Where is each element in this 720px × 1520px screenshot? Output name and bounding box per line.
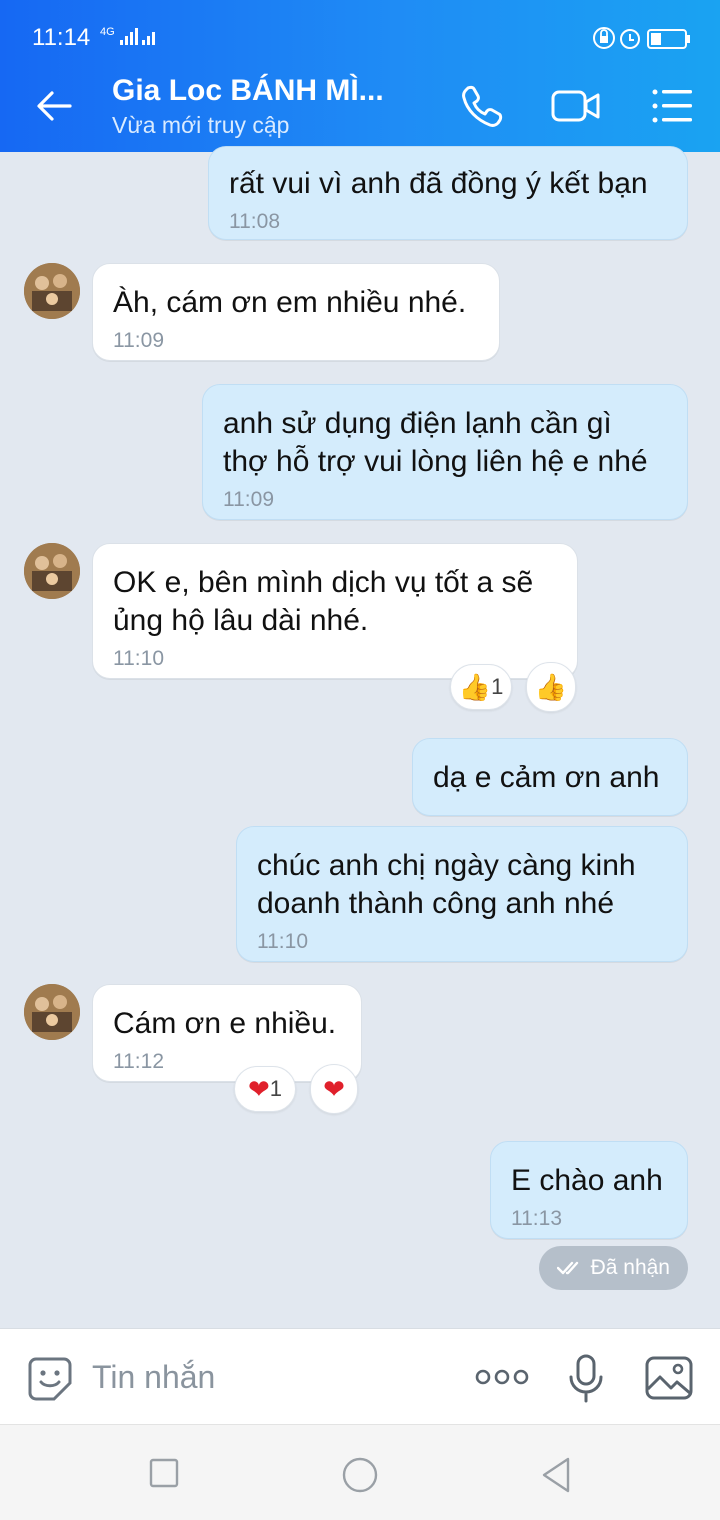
back-nav-icon[interactable] [538, 1455, 574, 1495]
message-line: doanh thành công anh nhé [257, 887, 614, 920]
back-arrow-icon[interactable] [32, 84, 76, 128]
heart-icon: ❤ [247, 1074, 270, 1104]
video-call-icon[interactable] [550, 82, 602, 130]
home-icon[interactable] [340, 1455, 380, 1495]
reaction-count: 1 [269, 1076, 283, 1101]
message-sent[interactable]: dạ e cảm ơn anh [412, 738, 688, 816]
thumbs-up-icon: 👍 [534, 672, 568, 702]
reaction-summary[interactable]: 👍 1 [450, 664, 512, 710]
message-time: 11:13 [511, 1207, 562, 1230]
app-bar: Gia Loc BÁNH MÌ... Vừa mới truy cập [0, 58, 720, 150]
microphone-icon[interactable] [566, 1353, 606, 1405]
message-sent[interactable]: chúc anh chị ngày càng kinh doanh thành … [236, 826, 688, 962]
last-seen-status: Vừa mới truy cập [112, 112, 290, 138]
composer-bar: Tin nhắn [0, 1328, 720, 1424]
add-reaction-button[interactable]: 👍 [526, 662, 576, 712]
message-sent[interactable]: E chào anh 11:13 [490, 1141, 688, 1239]
lock-rotation-icon [593, 27, 615, 49]
message-line: ủng hộ lâu dài nhé. [113, 604, 369, 637]
contact-avatar[interactable] [24, 984, 80, 1040]
message-text: dạ e cảm ơn anh [433, 761, 660, 794]
heart-icon: ❤ [323, 1074, 345, 1104]
system-nav-bar [0, 1424, 720, 1520]
message-text: Cám ơn e nhiều. [113, 1007, 337, 1040]
message-line: chúc anh chị ngày càng kinh [257, 849, 636, 882]
delivery-status-label: Đã nhận [590, 1256, 670, 1279]
message-line: OK e, bên mình dịch vụ tốt a sẽ [113, 566, 534, 599]
alarm-icon [620, 29, 640, 49]
message-received[interactable]: Àh, cám ơn em nhiều nhé. 11:09 [92, 263, 500, 361]
message-text: Àh, cám ơn em nhiều nhé. [113, 286, 467, 319]
message-time: 11:12 [113, 1050, 164, 1073]
message-text: rất vui vì anh đã đồng ý kết bạn [229, 167, 648, 200]
thumbs-up-icon: 👍 [458, 672, 492, 702]
contact-avatar[interactable] [24, 543, 80, 599]
add-reaction-button[interactable]: ❤ [310, 1064, 358, 1114]
signal-strength-icon [120, 28, 155, 45]
recent-apps-icon[interactable] [148, 1457, 180, 1489]
message-time: 11:09 [223, 488, 274, 511]
menu-list-icon[interactable] [648, 82, 700, 130]
contact-name[interactable]: Gia Loc BÁNH MÌ... [112, 74, 384, 108]
message-sent[interactable]: rất vui vì anh đã đồng ý kết bạn 11:08 [208, 146, 688, 240]
message-time: 11:09 [113, 329, 164, 352]
chat-header: 11:14 4G Gia Loc BÁNH MÌ... Vừa mới truy… [0, 0, 720, 152]
emoji-sticker-icon[interactable] [26, 1355, 74, 1403]
status-icons [593, 27, 690, 49]
more-options-icon[interactable] [474, 1363, 530, 1391]
status-time: 11:14 [32, 24, 91, 51]
double-check-icon [556, 1261, 578, 1275]
message-sent[interactable]: anh sử dụng điện lạnh cần gì thợ hỗ trợ … [202, 384, 688, 520]
battery-icon [647, 29, 690, 49]
contact-avatar[interactable] [24, 263, 80, 319]
reaction-count: 1 [491, 674, 504, 699]
message-line: anh sử dụng điện lạnh cần gì [223, 407, 612, 440]
message-time: 11:08 [229, 210, 280, 233]
phone-icon[interactable] [456, 82, 508, 130]
message-line: thợ hỗ trợ vui lòng liên hệ e nhé [223, 445, 648, 478]
message-received[interactable]: OK e, bên mình dịch vụ tốt a sẽ ủng hộ l… [92, 543, 578, 679]
network-type: 4G [100, 26, 115, 38]
message-input[interactable]: Tin nhắn [92, 1359, 215, 1396]
delivery-status: Đã nhận [538, 1246, 688, 1290]
message-text: E chào anh [511, 1164, 663, 1197]
message-time: 11:10 [257, 930, 308, 953]
image-gallery-icon[interactable] [644, 1355, 694, 1401]
status-bar: 11:14 4G [0, 0, 720, 52]
reaction-summary[interactable]: ❤ 1 [234, 1066, 296, 1112]
